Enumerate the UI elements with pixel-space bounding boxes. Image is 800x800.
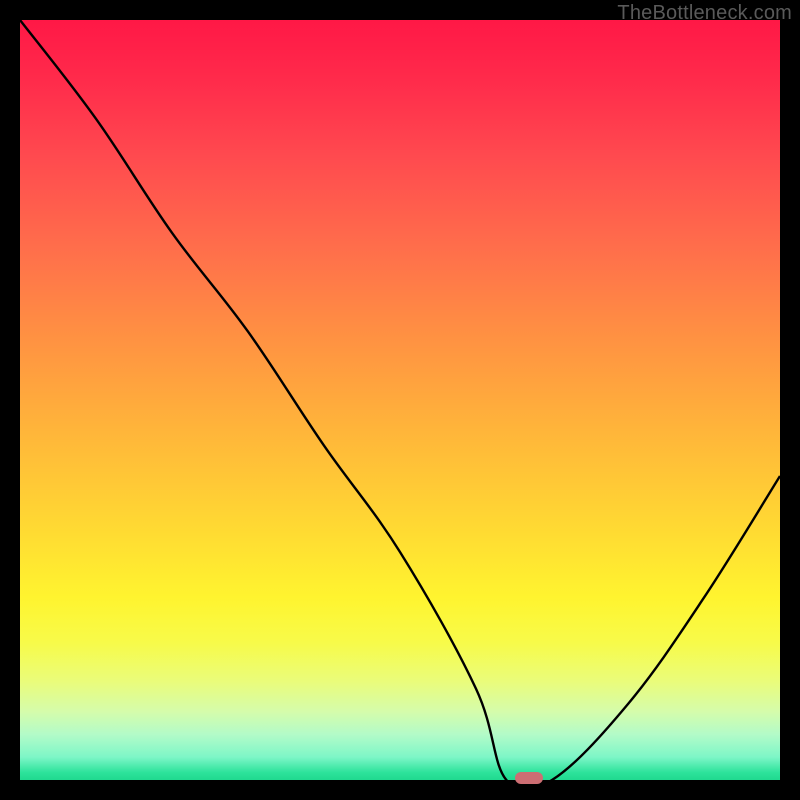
- chart-frame: TheBottleneck.com: [0, 0, 800, 800]
- curve-svg: [20, 20, 780, 780]
- bottleneck-curve-path: [20, 20, 780, 780]
- plot-area: [20, 20, 780, 780]
- optimal-marker: [515, 772, 543, 784]
